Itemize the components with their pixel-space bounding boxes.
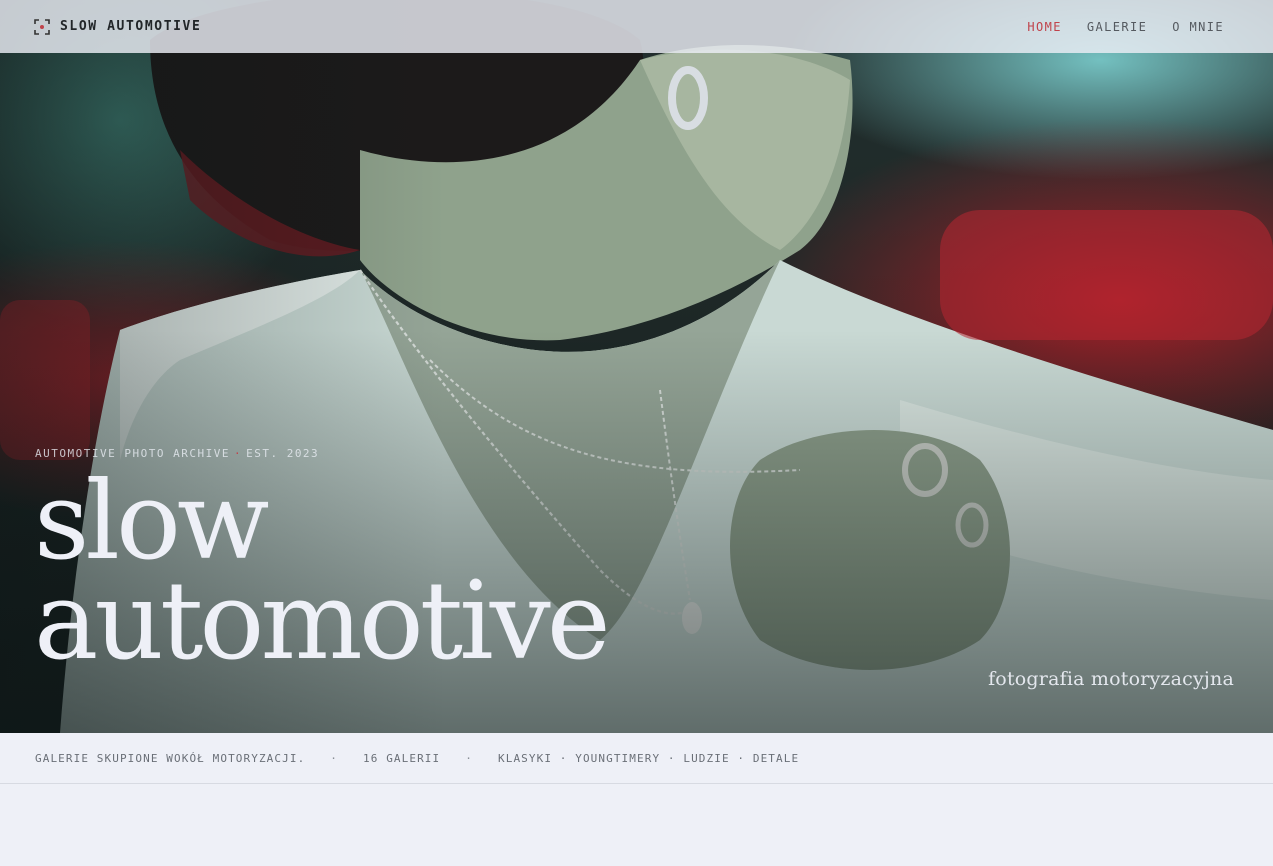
brand-link[interactable]: SLOW AUTOMOTIVE (34, 18, 202, 35)
nav-menu: HOME GALERIE O MNIE (1027, 20, 1224, 34)
info-separator: · (330, 751, 339, 765)
hero-section: AUTOMOTIVE PHOTO ARCHIVE · EST. 2023 slow … (0, 0, 1273, 733)
info-separator: · (465, 751, 473, 765)
nav-item-o-mnie[interactable]: O MNIE (1172, 20, 1224, 34)
hero-title-line2: automotive (34, 559, 611, 684)
brand-name: SLOW AUTOMOTIVE (60, 19, 202, 34)
info-bar: GALERIE SKUPIONE WOKÓŁ MOTORYZACJI. · 16… (0, 733, 1273, 784)
nav-item-home[interactable]: HOME (1027, 20, 1062, 34)
info-description: GALERIE SKUPIONE WOKÓŁ MOTORYZACJI. (35, 751, 306, 765)
info-gallery-count: 16 GALERII (363, 751, 441, 765)
nav-item-galerie[interactable]: GALERIE (1087, 20, 1147, 34)
viewfinder-icon (34, 18, 50, 35)
hero-tagline: fotografia motoryzacyjna (988, 668, 1234, 690)
hero-title: slow automotive (34, 459, 611, 684)
hero-title-line1: slow (34, 459, 269, 584)
content-area (0, 785, 1273, 866)
top-navbar: SLOW AUTOMOTIVE HOME GALERIE O MNIE (0, 0, 1273, 53)
info-categories: KLASYKI · YOUNGTIMERY · LUDZIE · DETALE (498, 751, 800, 765)
